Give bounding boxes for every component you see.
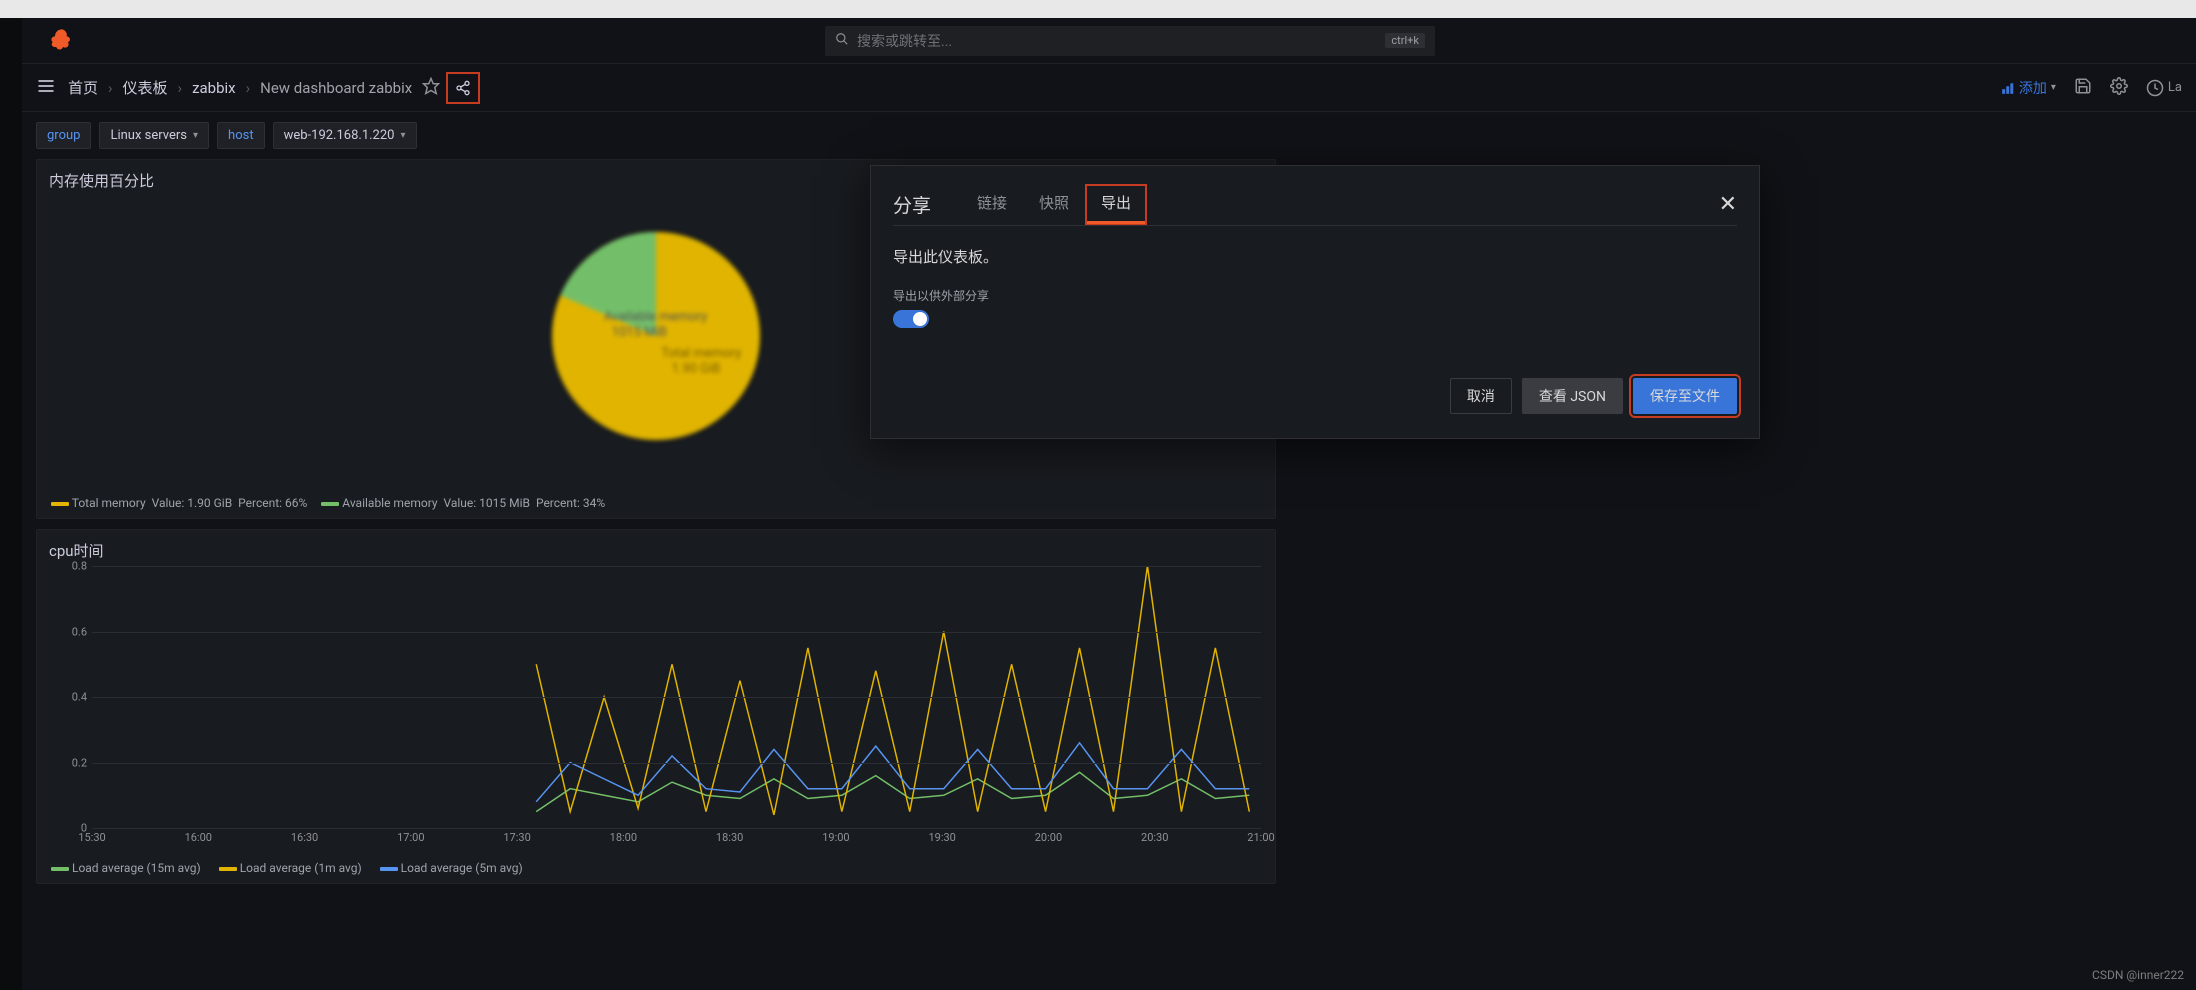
line-chart — [92, 566, 1261, 828]
y-axis: 00.20.40.60.8 — [51, 566, 87, 828]
slice-label: Available memory — [604, 309, 707, 324]
external-share-toggle[interactable] — [893, 310, 929, 328]
slice-label: Total memory — [661, 346, 741, 361]
add-button[interactable]: 添加 ▾ — [2001, 78, 2056, 98]
modal-description: 导出此仪表板。 — [893, 246, 1737, 267]
y-tick: 0.6 — [72, 625, 87, 638]
chevron-right-icon: › — [178, 79, 183, 97]
toggle-knob — [913, 312, 927, 326]
var-group-select[interactable]: Linux servers ▾ — [99, 122, 209, 149]
x-tick: 17:00 — [397, 831, 424, 844]
save-file-button[interactable]: 保存至文件 — [1633, 378, 1737, 414]
chevron-right-icon: › — [246, 79, 251, 97]
slice-value: 1015 MiB — [612, 325, 667, 340]
browser-chrome-strip — [0, 0, 2196, 18]
breadcrumb-folder[interactable]: zabbix — [192, 79, 236, 97]
chevron-down-icon: ▾ — [193, 130, 198, 141]
panel-title: cpu时间 — [37, 530, 1275, 571]
var-host-value: web-192.168.1.220 — [284, 128, 395, 143]
var-host-label: host — [217, 122, 265, 149]
cancel-button[interactable]: 取消 — [1450, 378, 1512, 414]
toggle-label: 导出以供外部分享 — [893, 287, 1737, 304]
x-tick: 19:30 — [928, 831, 955, 844]
y-tick: 0.8 — [72, 560, 87, 573]
chevron-down-icon: ▾ — [400, 130, 405, 141]
search-icon — [835, 32, 849, 50]
template-variables: group Linux servers ▾ host web-192.168.1… — [22, 112, 2196, 159]
legend-item[interactable]: Load average (1m avg) — [219, 861, 362, 875]
global-search[interactable]: 搜索或跳转至... ctrl+k — [825, 26, 1435, 56]
breadcrumb-current: New dashboard zabbix — [260, 79, 412, 97]
search-placeholder: 搜索或跳转至... — [857, 31, 1385, 51]
breadcrumb: 首页 › 仪表板 › zabbix › New dashboard zabbix — [68, 77, 412, 98]
view-json-button[interactable]: 查看 JSON — [1522, 378, 1623, 414]
pie-chart: Available memory 1015 MiB Total memory 1… — [526, 206, 786, 466]
tab-export[interactable]: 导出 — [1085, 184, 1147, 225]
nav-row: 首页 › 仪表板 › zabbix › New dashboard zabbix… — [22, 64, 2196, 112]
legend-item[interactable]: Load average (15m avg) — [51, 861, 201, 875]
menu-icon[interactable] — [36, 76, 56, 100]
x-tick: 20:30 — [1141, 831, 1168, 844]
y-tick: 0.4 — [72, 691, 87, 704]
var-host-select[interactable]: web-192.168.1.220 ▾ — [273, 122, 417, 149]
clock-icon[interactable]: La — [2146, 79, 2182, 97]
chevron-right-icon: › — [108, 79, 113, 97]
tab-snapshot[interactable]: 快照 — [1023, 184, 1085, 225]
x-tick: 16:30 — [291, 831, 318, 844]
tab-link[interactable]: 链接 — [961, 184, 1023, 225]
cpu-line-panel: cpu时间 00.20.40.60.8 15:3016:0016:3017:00… — [36, 529, 1276, 884]
global-topbar: 搜索或跳转至... ctrl+k — [22, 18, 2196, 64]
legend-item[interactable]: Load average (5m avg) — [380, 861, 523, 875]
slice-value: 1.90 GiB — [672, 361, 721, 376]
time-label: La — [2168, 80, 2182, 95]
breadcrumb-dashboards[interactable]: 仪表板 — [123, 77, 168, 98]
kbd-hint: ctrl+k — [1385, 33, 1425, 48]
save-icon[interactable] — [2074, 77, 2092, 99]
add-label: 添加 — [2019, 78, 2047, 98]
modal-title: 分享 — [893, 191, 931, 218]
gear-icon[interactable] — [2110, 77, 2128, 99]
close-icon[interactable]: ✕ — [1719, 192, 1737, 217]
var-group-label: group — [36, 122, 91, 149]
line-legend: Load average (15m avg) Load average (1m … — [51, 861, 523, 875]
share-modal: 分享 链接 快照 导出 ✕ 导出此仪表板。 导出以供外部分享 取消 查看 JSO… — [870, 165, 1760, 439]
chevron-down-icon: ▾ — [2051, 82, 2056, 93]
x-tick: 18:00 — [610, 831, 637, 844]
x-tick: 18:30 — [716, 831, 743, 844]
pie-legend: Total memory Value: 1.90 GiB Percent: 66… — [51, 496, 605, 510]
star-icon[interactable] — [422, 77, 440, 99]
legend-item[interactable]: Total memory Value: 1.90 GiB Percent: 66… — [51, 496, 307, 510]
legend-item[interactable]: Available memory Value: 1015 MiB Percent… — [321, 496, 605, 510]
watermark: CSDN @inner222 — [2092, 968, 2184, 982]
share-button[interactable] — [446, 72, 480, 104]
x-axis: 15:3016:0016:3017:0017:3018:0018:3019:00… — [92, 831, 1261, 847]
x-tick: 15:30 — [78, 831, 105, 844]
y-tick: 0.2 — [72, 756, 87, 769]
grafana-logo-icon[interactable] — [48, 27, 76, 55]
x-tick: 16:00 — [185, 831, 212, 844]
breadcrumb-home[interactable]: 首页 — [68, 77, 98, 98]
var-group-value: Linux servers — [110, 128, 187, 143]
x-tick: 17:30 — [503, 831, 530, 844]
x-tick: 21:00 — [1247, 831, 1274, 844]
x-tick: 20:00 — [1035, 831, 1062, 844]
x-tick: 19:00 — [822, 831, 849, 844]
left-rail — [0, 18, 22, 990]
